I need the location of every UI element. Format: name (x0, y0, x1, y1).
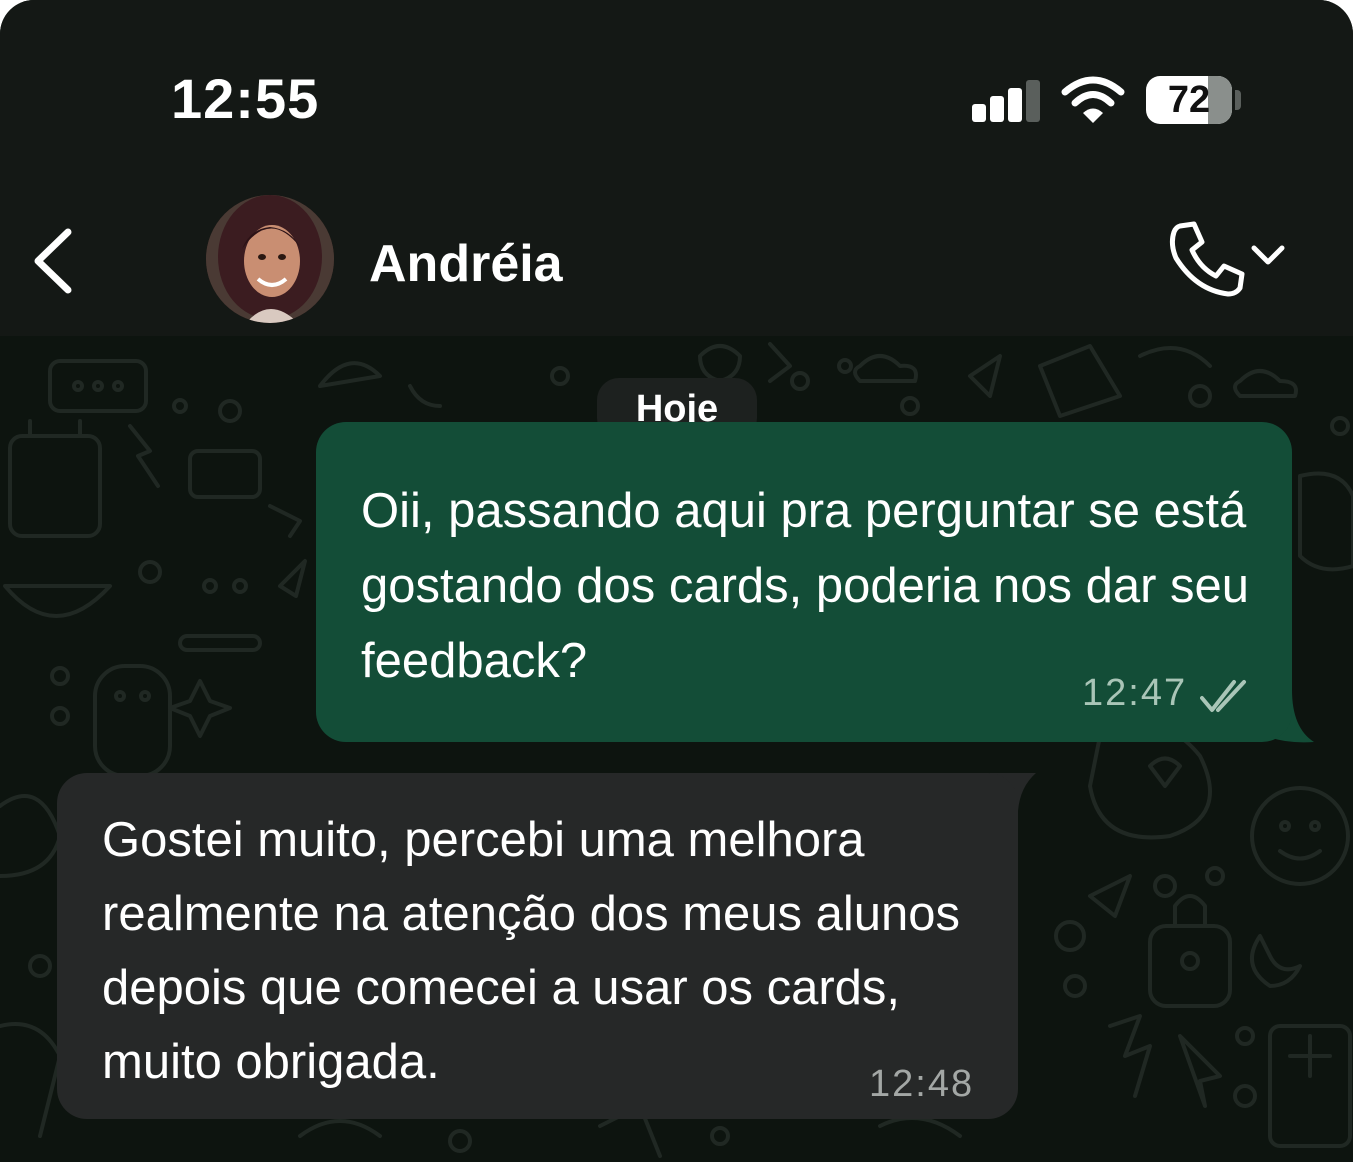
message-text: Gostei muito, percebi uma melhora realme… (102, 813, 961, 1089)
message-time: 12:47 (1082, 672, 1188, 714)
message-text: Oii, passando aqui pra perguntar se está… (361, 484, 1250, 688)
avatar[interactable] (206, 195, 334, 323)
message-time: 12:48 (869, 1063, 975, 1105)
double-check-icon (1200, 680, 1246, 712)
chevron-down-icon[interactable] (1250, 240, 1286, 270)
phone-screen: 12:55 72 Andréia Hoje Oii, passando aqui… (0, 0, 1353, 1162)
top-bar: 12:55 72 Andréia (0, 0, 1353, 336)
battery-tip (1235, 90, 1241, 110)
status-time: 12:55 (171, 67, 320, 130)
wifi-icon (1061, 76, 1125, 123)
chevron-left-icon[interactable] (30, 226, 76, 296)
contact-name[interactable]: Andréia (369, 234, 563, 294)
phone-icon[interactable] (1166, 218, 1246, 298)
battery-icon: 72 (1146, 76, 1232, 124)
message-bubble-incoming[interactable]: Gostei muito, percebi uma melhora realme… (57, 773, 1018, 1119)
battery-level: 72 (1167, 79, 1211, 121)
message-bubble-outgoing[interactable]: Oii, passando aqui pra perguntar se está… (316, 422, 1292, 742)
signal-bars-icon (968, 78, 1040, 122)
